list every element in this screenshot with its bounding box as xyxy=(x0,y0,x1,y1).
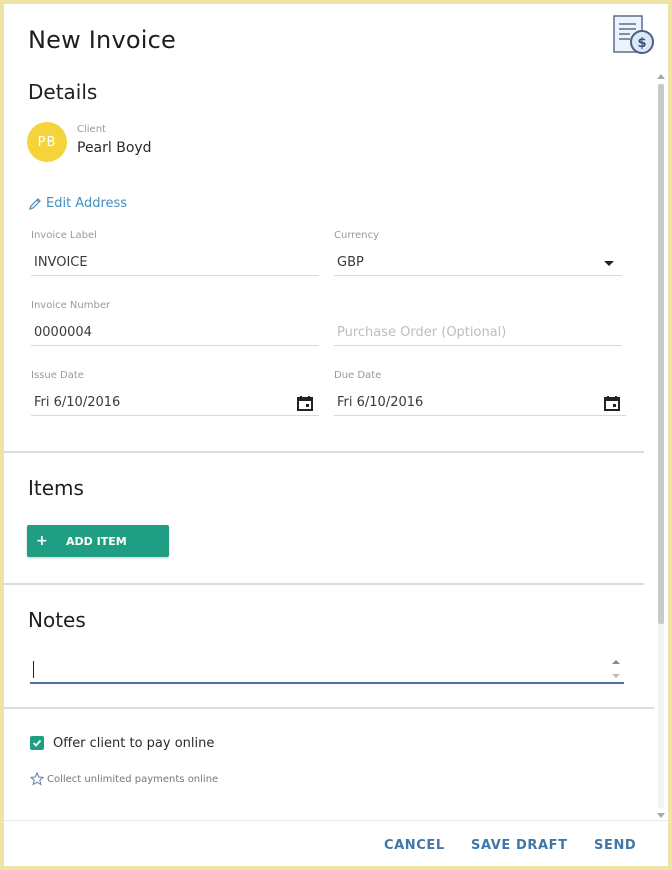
offer-online-checkbox[interactable] xyxy=(30,736,44,750)
currency-value: GBP xyxy=(337,255,364,270)
pencil-icon xyxy=(29,197,41,210)
checkmark-icon xyxy=(32,739,42,747)
plus-icon: + xyxy=(36,533,48,549)
issue-date-caption: Issue Date xyxy=(31,370,84,381)
issue-date-input[interactable]: Fri 6/10/2016 xyxy=(31,390,319,416)
client-caption: Client xyxy=(77,124,106,135)
currency-select[interactable]: GBP xyxy=(334,250,622,276)
dropdown-arrow-icon xyxy=(604,261,614,266)
due-date-value: Fri 6/10/2016 xyxy=(337,395,424,410)
notes-spinner[interactable] xyxy=(610,658,622,680)
client-avatar: PB xyxy=(27,122,67,162)
due-date-input[interactable]: Fri 6/10/2016 xyxy=(334,390,626,416)
invoice-label-input[interactable]: INVOICE xyxy=(31,250,319,276)
due-date-field: Due Date Fri 6/10/2016 xyxy=(334,370,626,416)
due-date-caption: Due Date xyxy=(334,370,382,381)
scroll-thumb[interactable] xyxy=(658,84,664,624)
add-item-label: ADD ITEM xyxy=(66,534,127,548)
vertical-scrollbar[interactable] xyxy=(654,70,668,822)
currency-caption: Currency xyxy=(334,230,380,241)
invoice-dollar-icon: $ xyxy=(613,15,654,54)
issue-date-value: Fri 6/10/2016 xyxy=(34,395,121,410)
client-name[interactable]: Pearl Boyd xyxy=(77,140,152,156)
items-heading: Items xyxy=(28,476,84,500)
add-item-button[interactable]: + ADD ITEM xyxy=(27,525,169,557)
invoice-label-caption: Invoice Label xyxy=(31,230,97,241)
section-divider xyxy=(4,583,644,585)
star-icon xyxy=(30,772,44,786)
calendar-icon[interactable] xyxy=(604,395,620,411)
purchase-order-input[interactable]: Purchase Order (Optional) xyxy=(334,320,622,346)
section-divider xyxy=(4,707,654,709)
issue-date-field: Issue Date Fri 6/10/2016 xyxy=(31,370,319,416)
section-divider xyxy=(4,451,644,453)
footer-divider xyxy=(4,820,668,821)
upsell-text[interactable]: Collect unlimited payments online xyxy=(30,772,218,786)
offer-online-label[interactable]: Offer client to pay online xyxy=(53,736,214,751)
scroll-down-arrow-icon[interactable] xyxy=(657,813,665,818)
spin-up-icon[interactable] xyxy=(612,660,620,664)
send-button[interactable]: SEND xyxy=(594,838,636,853)
spin-down-icon[interactable] xyxy=(612,674,620,678)
edit-address-label: Edit Address xyxy=(46,196,128,211)
new-invoice-dialog: New Invoice $ Details PB Client Pearl Bo… xyxy=(4,4,668,866)
purchase-order-field: Purchase Order (Optional) xyxy=(334,300,622,346)
dialog-title: New Invoice xyxy=(28,26,176,54)
invoice-label-field: Invoice Label INVOICE xyxy=(31,230,319,276)
calendar-icon[interactable] xyxy=(297,395,313,411)
text-cursor xyxy=(33,661,34,678)
scroll-up-arrow-icon[interactable] xyxy=(657,74,665,79)
svg-text:$: $ xyxy=(637,36,646,51)
details-heading: Details xyxy=(28,80,98,104)
currency-field: Currency GBP xyxy=(334,230,622,276)
notes-heading: Notes xyxy=(28,608,86,632)
cancel-button[interactable]: CANCEL xyxy=(384,838,445,853)
invoice-number-field: Invoice Number 0000004 xyxy=(31,300,319,346)
edit-address-link[interactable]: Edit Address xyxy=(28,196,127,211)
notes-textarea[interactable] xyxy=(30,656,624,684)
save-draft-button[interactable]: SAVE DRAFT xyxy=(471,838,568,853)
invoice-number-caption: Invoice Number xyxy=(31,300,111,311)
invoice-number-input[interactable]: 0000004 xyxy=(31,320,319,346)
upsell-label: Collect unlimited payments online xyxy=(47,773,219,785)
